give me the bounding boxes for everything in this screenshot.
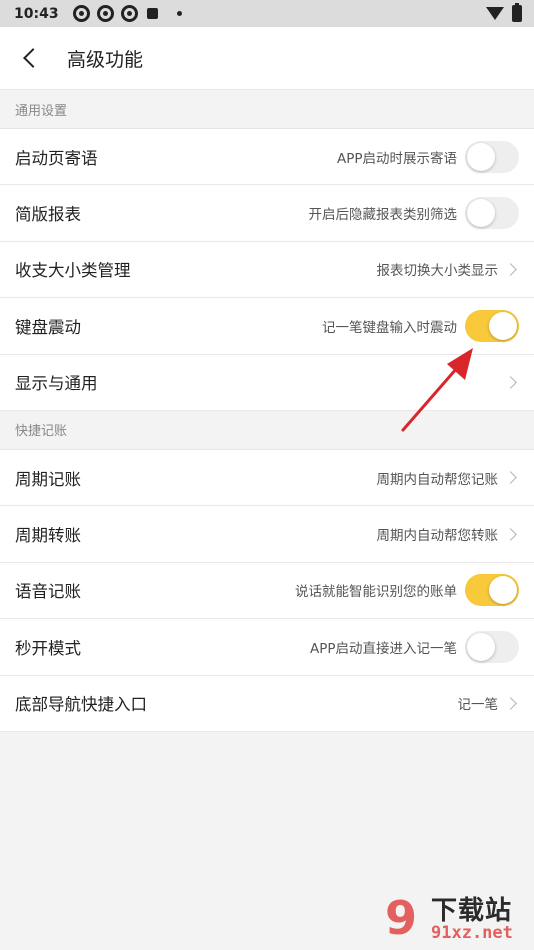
row-right: 开启后隐藏报表类别筛选 xyxy=(308,197,519,230)
row-right: APP启动时展示寄语 xyxy=(336,140,519,173)
row-title: 简版报表 xyxy=(15,205,81,225)
app-header: 高级功能 xyxy=(0,27,534,90)
row-description: 开启后隐藏报表类别筛选 xyxy=(308,207,458,224)
toggle-knob xyxy=(467,632,495,661)
row-description: 说话就能智能识别您的账单 xyxy=(295,584,457,601)
row-right: APP启动直接进入记一笔 xyxy=(309,630,519,663)
chevron-right-icon xyxy=(504,696,517,710)
row-title: 启动页寄语 xyxy=(15,148,98,168)
toggle-switch[interactable] xyxy=(465,140,519,173)
toggle-knob xyxy=(489,576,517,605)
row-title: 收支大小类管理 xyxy=(15,261,131,281)
notification-app-icon xyxy=(120,5,138,22)
row-description: 周期内自动帮您记账 xyxy=(376,471,499,488)
row-title: 语音记账 xyxy=(15,582,81,602)
settings-row[interactable]: 周期记账 周期内自动帮您记账 xyxy=(0,449,534,507)
settings-row[interactable]: 底部导航快捷入口 记一笔 xyxy=(0,675,534,732)
row-right: 记一笔键盘输入时震动 xyxy=(322,309,519,342)
section-header: 通用设置 xyxy=(0,90,534,129)
watermark: 9 下载站 91xz.net xyxy=(385,890,531,948)
row-title: 周期记账 xyxy=(15,469,81,489)
back-arrow-icon xyxy=(23,48,43,68)
notification-app-icon xyxy=(96,5,114,22)
wifi-icon xyxy=(486,7,504,20)
chevron-right-icon xyxy=(504,471,517,485)
row-title: 键盘震动 xyxy=(15,317,81,337)
toggle-switch[interactable] xyxy=(465,630,519,663)
toggle-knob xyxy=(467,142,495,171)
row-description: APP启动时展示寄语 xyxy=(336,150,457,167)
row-description: 记一笔 xyxy=(457,697,499,714)
row-title: 秒开模式 xyxy=(15,638,81,658)
toggle-switch[interactable] xyxy=(465,574,519,607)
back-button[interactable] xyxy=(0,27,60,90)
battery-icon xyxy=(512,3,522,22)
toggle-knob xyxy=(489,311,517,340)
settings-row[interactable]: 秒开模式 APP启动直接进入记一笔 xyxy=(0,619,534,676)
chevron-right-icon xyxy=(504,527,517,541)
notification-app-icon xyxy=(72,5,90,22)
status-bar: 10:43 xyxy=(0,0,534,27)
watermark-logo: 9 xyxy=(385,891,418,945)
chevron-right-icon xyxy=(504,375,517,389)
more-notifications-icon xyxy=(176,11,182,16)
settings-row[interactable]: 周期转账 周期内自动帮您转账 xyxy=(0,506,534,563)
toggle-knob xyxy=(467,199,495,228)
notification-square-icon xyxy=(146,8,158,19)
row-title: 周期转账 xyxy=(15,526,81,546)
row-title: 显示与通用 xyxy=(15,374,98,394)
annotation-arrow xyxy=(401,348,473,432)
row-description: 记一笔键盘输入时震动 xyxy=(322,319,457,336)
row-right: 周期内自动帮您记账 xyxy=(377,468,520,488)
chevron-right-icon xyxy=(504,263,517,276)
watermark-url: 91xz.net xyxy=(431,923,513,943)
watermark-title: 下载站 xyxy=(431,896,513,926)
row-right: 周期内自动帮您转账 xyxy=(377,524,520,544)
row-description: 报表切换大小类显示 xyxy=(376,263,499,280)
row-title: 底部导航快捷入口 xyxy=(15,695,147,715)
settings-row[interactable]: 语音记账 说话就能智能识别您的账单 xyxy=(0,562,534,620)
row-right xyxy=(498,375,519,389)
row-right: 记一笔 xyxy=(458,693,520,713)
status-time: 10:43 xyxy=(14,5,59,22)
settings-row[interactable]: 简版报表 开启后隐藏报表类别筛选 xyxy=(0,185,534,242)
notification-icons xyxy=(72,5,182,22)
settings-row[interactable]: 启动页寄语 APP启动时展示寄语 xyxy=(0,129,534,186)
row-right: 报表切换大小类显示 xyxy=(377,259,520,279)
toggle-switch[interactable] xyxy=(465,309,519,342)
row-description: 周期内自动帮您转账 xyxy=(376,528,499,545)
page-title: 高级功能 xyxy=(67,48,144,71)
toggle-switch[interactable] xyxy=(465,197,519,230)
row-description: APP启动直接进入记一笔 xyxy=(309,640,457,657)
settings-row[interactable]: 收支大小类管理 报表切换大小类显示 xyxy=(0,241,534,299)
row-right: 说话就能智能识别您的账单 xyxy=(295,574,519,607)
